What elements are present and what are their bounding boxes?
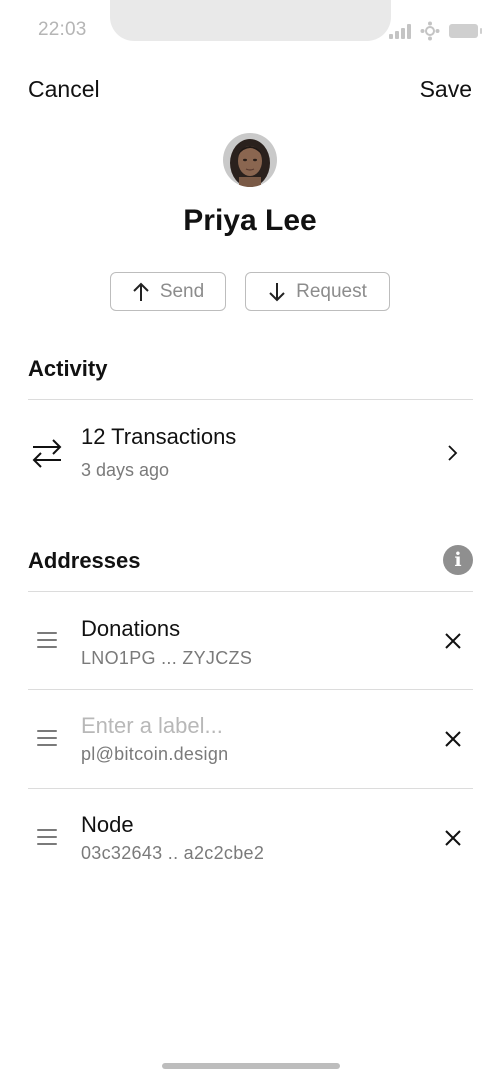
status-icons	[389, 21, 482, 41]
address-value: LNO1PG ... ZYJCZS	[81, 648, 253, 668]
address-row: Node 03c32643 .. a2c2cbe2	[0, 789, 500, 887]
close-icon[interactable]	[442, 827, 464, 849]
battery-icon	[449, 24, 482, 38]
address-label-input[interactable]	[81, 713, 381, 739]
address-value: 03c32643 .. a2c2cbe2	[81, 843, 265, 863]
drag-handle-icon[interactable]	[37, 632, 57, 653]
last-activity: 3 days ago	[81, 460, 170, 480]
address-row: pl@bitcoin.design	[0, 690, 500, 788]
cancel-button[interactable]: Cancel	[28, 76, 100, 103]
chevron-right-icon[interactable]	[446, 444, 458, 462]
save-button[interactable]: Save	[420, 76, 472, 103]
address-value: pl@bitcoin.design	[81, 744, 229, 764]
send-label: Send	[159, 280, 205, 302]
avatar	[223, 133, 277, 187]
activity-heading: Activity	[28, 356, 108, 381]
request-label: Request	[296, 280, 367, 302]
addresses-heading: Addresses	[28, 548, 141, 573]
status-time: 22:03	[38, 19, 87, 40]
arrow-down-icon	[269, 282, 285, 301]
arrow-up-icon	[133, 282, 149, 301]
send-button[interactable]: Send	[110, 272, 226, 311]
address-row: Donations LNO1PG ... ZYJCZS	[0, 592, 500, 690]
transactions-row[interactable]	[0, 400, 500, 495]
address-label[interactable]: Donations	[81, 616, 180, 642]
close-icon[interactable]	[442, 630, 464, 652]
info-icon[interactable]: i	[443, 545, 473, 575]
signal-icon	[389, 23, 411, 39]
close-icon[interactable]	[442, 728, 464, 750]
drag-handle-icon[interactable]	[37, 829, 57, 850]
transfer-arrows-icon	[32, 439, 62, 468]
status-bar: 22:03	[0, 0, 500, 60]
contact-name: Priya Lee	[183, 204, 317, 237]
transactions-count: 12 Transactions	[81, 424, 237, 449]
address-label[interactable]: Node	[81, 812, 134, 838]
request-button[interactable]: Request	[245, 272, 390, 311]
network-icon	[420, 21, 440, 41]
drag-handle-icon[interactable]	[37, 730, 57, 751]
device-notch	[110, 0, 391, 41]
home-indicator[interactable]	[162, 1063, 340, 1069]
